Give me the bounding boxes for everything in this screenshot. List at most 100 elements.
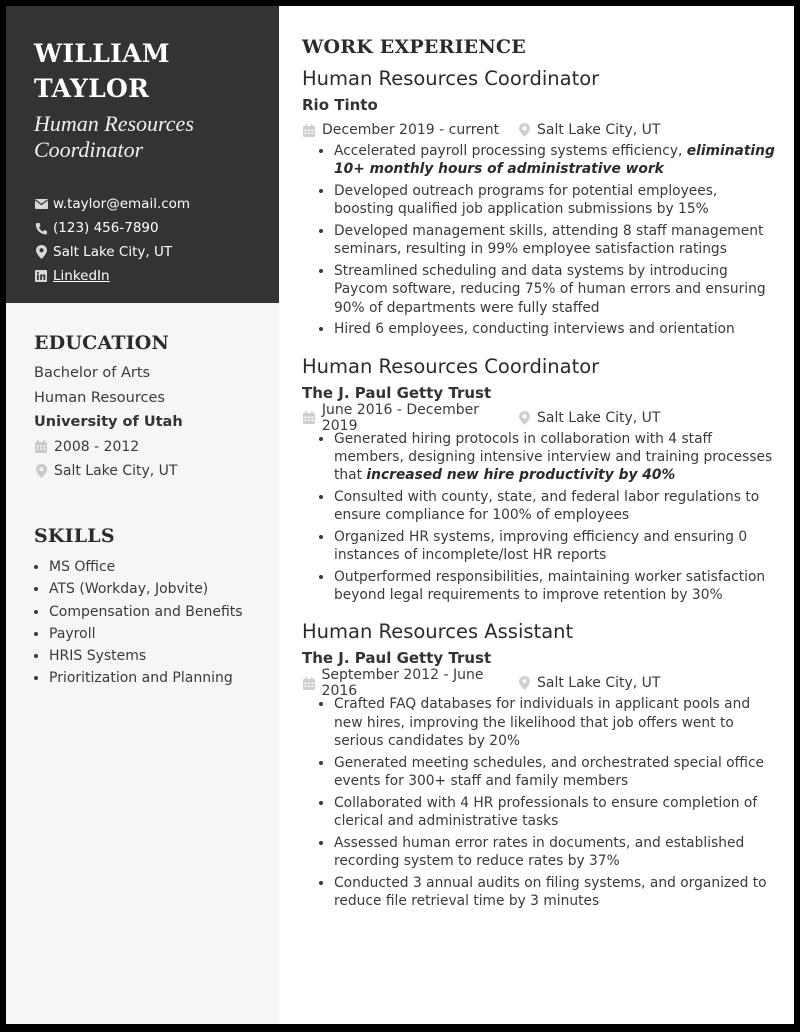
job-location: Salt Lake City, UT bbox=[517, 122, 660, 138]
company-name: Rio Tinto bbox=[302, 96, 378, 114]
job-bullets: Generated hiring protocols in collaborat… bbox=[302, 430, 777, 605]
job-bullets: Accelerated payroll processing systems e… bbox=[302, 142, 777, 339]
bullet-text: Accelerated payroll processing systems e… bbox=[334, 143, 687, 159]
name-last: TAYLOR bbox=[34, 74, 150, 103]
skill-item: ATS (Workday, Jobvite) bbox=[49, 578, 243, 600]
job-bullet: Generated hiring protocols in collaborat… bbox=[334, 430, 777, 485]
contact-list: w.taylor@email.com (123) 456-7890 Salt L… bbox=[34, 192, 190, 288]
candidate-name: WILLIAM TAYLOR bbox=[34, 36, 264, 106]
job-location-text: Salt Lake City, UT bbox=[537, 675, 661, 692]
job-bullet: Outperformed responsibilities, maintaini… bbox=[334, 568, 777, 605]
bullet-text: Streamlined scheduling and data systems … bbox=[334, 262, 766, 316]
calendar-icon bbox=[34, 440, 48, 454]
field-of-study: Human Resources bbox=[34, 389, 165, 406]
job-dates: June 2016 - December 2019 bbox=[302, 402, 517, 434]
job-bullet: Assessed human error rates in documents,… bbox=[334, 834, 777, 871]
work-experience-section: WORK EXPERIENCE Human Resources Coordina… bbox=[302, 34, 777, 914]
job-entry: Human Resources Assistant The J. Paul Ge… bbox=[302, 618, 777, 910]
job-location: Salt Lake City, UT bbox=[517, 410, 660, 426]
resume-page: WILLIAM TAYLOR Human Resources Coordinat… bbox=[6, 6, 794, 1024]
job-bullet: Developed management skills, attending 8… bbox=[334, 222, 777, 259]
job-entry: Human Resources Coordinator The J. Paul … bbox=[302, 353, 777, 605]
envelope-icon bbox=[34, 197, 48, 211]
skills-heading: SKILLS bbox=[34, 525, 115, 547]
job-bullet: Generated meeting schedules, and orchest… bbox=[334, 754, 777, 791]
skills-section: SKILLS MS Office ATS (Workday, Jobvite) … bbox=[34, 525, 243, 690]
job-dates: December 2019 - current bbox=[302, 122, 517, 138]
work-experience-heading: WORK EXPERIENCE bbox=[302, 36, 526, 58]
job-location: Salt Lake City, UT bbox=[517, 675, 660, 691]
contact-linkedin[interactable]: LinkedIn bbox=[34, 264, 190, 288]
job-location-text: Salt Lake City, UT bbox=[537, 122, 661, 138]
calendar-icon bbox=[302, 123, 316, 137]
skill-item: MS Office bbox=[49, 556, 243, 578]
bullet-text: Developed management skills, attending 8… bbox=[334, 222, 764, 258]
linkedin-link[interactable]: LinkedIn bbox=[53, 268, 110, 284]
job-dates-text: June 2016 - December 2019 bbox=[321, 401, 479, 434]
education-location: Salt Lake City, UT bbox=[34, 459, 183, 484]
job-bullet: Conducted 3 annual audits on filing syst… bbox=[334, 874, 777, 911]
bullet-text: Assessed human error rates in documents,… bbox=[334, 834, 745, 869]
bullet-text: Hired 6 employees, conducting interviews… bbox=[334, 321, 735, 338]
contact-email[interactable]: w.taylor@email.com bbox=[34, 192, 190, 216]
bullet-text: Crafted FAQ databases for individuals in… bbox=[334, 696, 751, 749]
map-pin-icon bbox=[517, 123, 531, 137]
phone-text[interactable]: (123) 456-7890 bbox=[53, 220, 159, 236]
linkedin-icon bbox=[34, 269, 48, 283]
sidebar: WILLIAM TAYLOR Human Resources Coordinat… bbox=[6, 6, 279, 1024]
job-meta: June 2016 - December 2019 Salt Lake City… bbox=[302, 402, 777, 434]
job-bullet: Collaborated with 4 HR professionals to … bbox=[334, 794, 777, 831]
calendar-icon bbox=[302, 676, 316, 690]
candidate-title: Human Resources Coordinator bbox=[34, 111, 269, 163]
bullet-emphasis: increased new hire productivity by 40% bbox=[366, 467, 676, 484]
bullet-text: Generated meeting schedules, and orchest… bbox=[334, 754, 765, 789]
job-title: Human Resources Coordinator bbox=[302, 354, 600, 378]
job-entry: Human Resources Coordinator Rio Tinto De… bbox=[302, 65, 777, 339]
job-bullets: Crafted FAQ databases for individuals in… bbox=[302, 695, 777, 910]
degree: Bachelor of Arts bbox=[34, 365, 151, 381]
bullet-text: Developed outreach programs for potentia… bbox=[334, 182, 718, 218]
job-bullet: Hired 6 employees, conducting interviews… bbox=[334, 320, 777, 338]
header-block: WILLIAM TAYLOR Human Resources Coordinat… bbox=[6, 6, 279, 303]
map-pin-icon bbox=[34, 464, 48, 479]
name-first: WILLIAM bbox=[34, 39, 170, 68]
skill-item: Payroll bbox=[49, 623, 243, 645]
education-dates-text: 2008 - 2012 bbox=[54, 438, 140, 455]
skill-item: HRIS Systems bbox=[49, 645, 243, 667]
education-section: EDUCATION Bachelor of Arts Human Resourc… bbox=[34, 332, 183, 484]
phone-icon bbox=[34, 221, 48, 235]
title-line-1: Human Resources bbox=[34, 111, 194, 136]
education-heading: EDUCATION bbox=[34, 332, 170, 354]
job-meta: December 2019 - current Salt Lake City, … bbox=[302, 118, 777, 142]
job-title: Human Resources Assistant bbox=[302, 620, 574, 644]
calendar-icon bbox=[302, 411, 316, 425]
map-pin-icon bbox=[517, 676, 531, 691]
bullet-text: Outperformed responsibilities, maintaini… bbox=[334, 568, 766, 604]
education-location-text: Salt Lake City, UT bbox=[54, 463, 178, 479]
skill-item: Compensation and Benefits bbox=[49, 601, 243, 623]
job-location-text: Salt Lake City, UT bbox=[537, 409, 661, 426]
job-title: Human Resources Coordinator bbox=[302, 67, 600, 90]
contact-location: Salt Lake City, UT bbox=[34, 240, 190, 264]
location-text: Salt Lake City, UT bbox=[53, 244, 173, 260]
job-bullet: Developed outreach programs for potentia… bbox=[334, 182, 777, 219]
map-pin-icon bbox=[517, 410, 531, 425]
job-meta: September 2012 - June 2016 Salt Lake Cit… bbox=[302, 667, 777, 699]
education-dates: 2008 - 2012 bbox=[34, 435, 183, 460]
job-bullet: Organized HR systems, improving efficien… bbox=[334, 528, 777, 565]
job-dates-text: December 2019 - current bbox=[322, 122, 500, 138]
job-bullet: Accelerated payroll processing systems e… bbox=[334, 142, 777, 179]
job-bullet: Streamlined scheduling and data systems … bbox=[334, 262, 777, 317]
bullet-text: Collaborated with 4 HR professionals to … bbox=[334, 794, 758, 829]
map-pin-icon bbox=[34, 245, 48, 259]
job-bullet: Consulted with county, state, and federa… bbox=[334, 488, 777, 525]
bullet-text: Consulted with county, state, and federa… bbox=[334, 488, 760, 524]
bullet-text: Organized HR systems, improving efficien… bbox=[334, 528, 748, 564]
contact-phone[interactable]: (123) 456-7890 bbox=[34, 216, 190, 240]
email-text[interactable]: w.taylor@email.com bbox=[53, 196, 190, 212]
skills-list: MS Office ATS (Workday, Jobvite) Compens… bbox=[34, 556, 243, 690]
job-bullet: Crafted FAQ databases for individuals in… bbox=[334, 695, 777, 750]
bullet-text: Conducted 3 annual audits on filing syst… bbox=[334, 874, 767, 909]
title-line-2: Coordinator bbox=[34, 137, 144, 162]
skill-item: Prioritization and Planning bbox=[49, 667, 243, 689]
